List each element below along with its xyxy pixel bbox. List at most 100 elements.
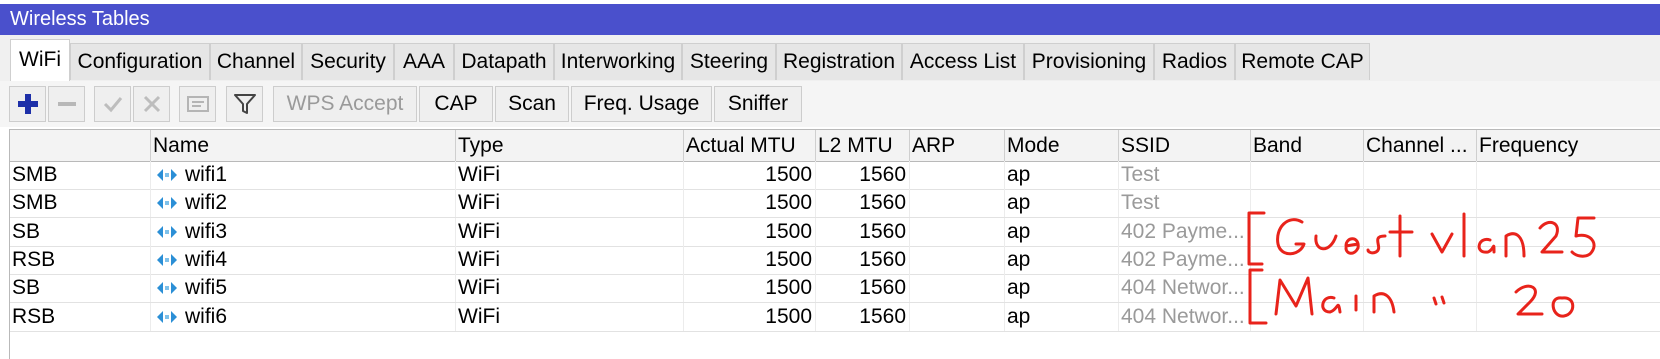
toolbar: WPS Accept CAP Scan Freq. Usage Sniffer: [0, 81, 1660, 127]
table-row[interactable]: RSB wifi4 WiFi 1500 1560 ap 402 Payme...: [10, 245, 1660, 275]
wireless-interface-icon: [157, 253, 177, 266]
cell-type: WiFi: [455, 245, 683, 274]
tab-interworking[interactable]: Interworking: [554, 43, 682, 80]
cell-mode: ap: [1004, 189, 1118, 218]
table-row[interactable]: SMB wifi1 WiFi 1500 1560 ap Test: [10, 161, 1660, 190]
cell-flags: SMB: [12, 163, 58, 186]
table-row[interactable]: RSB wifi6 WiFi 1500 1560 ap 404 Networ...: [10, 302, 1660, 332]
cell-actual-mtu: 1500: [683, 274, 815, 303]
add-button[interactable]: [9, 86, 46, 122]
table-row[interactable]: SMB wifi2 WiFi 1500 1560 ap Test: [10, 189, 1660, 219]
cell-ssid: 402 Payme...: [1118, 245, 1250, 274]
cell-actual-mtu: 1500: [683, 217, 815, 246]
tab-steering[interactable]: Steering: [682, 43, 776, 80]
cell-l2-mtu: 1560: [815, 302, 909, 331]
tab-channel[interactable]: Channel: [210, 43, 302, 80]
sniffer-button[interactable]: Sniffer: [714, 86, 802, 122]
wps-accept-button[interactable]: WPS Accept: [273, 86, 417, 122]
cell-actual-mtu: 1500: [683, 302, 815, 331]
freq-usage-button[interactable]: Freq. Usage: [571, 86, 712, 122]
cell-name: wifi3: [150, 217, 455, 246]
tab-access-list[interactable]: Access List: [902, 43, 1024, 80]
cell-frequency: [1476, 217, 1660, 246]
cell-l2-mtu: 1560: [815, 189, 909, 218]
plus-icon: [17, 94, 38, 114]
cell-flags: RSB: [12, 304, 56, 328]
cell-mode: ap: [1004, 161, 1118, 189]
column-header-band[interactable]: Band: [1250, 130, 1363, 161]
disable-button[interactable]: [133, 86, 170, 122]
wireless-interface-icon: [157, 169, 177, 181]
cell-band: [1250, 161, 1363, 189]
tab-datapath[interactable]: Datapath: [454, 43, 554, 80]
table-header: Name ▲ Type Actual MTU L2 MTU ARP Mode S…: [10, 130, 1660, 162]
cell-flags: SB: [12, 219, 41, 243]
wireless-interface-icon: [157, 225, 177, 238]
cell-flags: RSB: [12, 247, 56, 271]
cap-button[interactable]: CAP: [419, 86, 493, 122]
tab-provisioning[interactable]: Provisioning: [1024, 43, 1154, 80]
cell-l2-mtu: 1560: [815, 161, 909, 189]
cell-l2-mtu: 1560: [815, 274, 909, 303]
cell-name: wifi6: [150, 302, 455, 331]
cell-channel: [1363, 302, 1476, 331]
cell-type: WiFi: [455, 189, 683, 218]
interface-name: wifi2: [185, 191, 228, 215]
cell-type: WiFi: [455, 274, 683, 303]
cell-ssid: Test: [1118, 189, 1250, 218]
column-header-frequency[interactable]: Frequency: [1476, 130, 1660, 161]
table-row[interactable]: SB wifi5 WiFi 1500 1560 ap 404 Networ...: [10, 274, 1660, 304]
column-header-type[interactable]: Type: [455, 130, 683, 161]
scan-button[interactable]: Scan: [495, 86, 569, 122]
cell-band: [1250, 189, 1363, 218]
filter-button[interactable]: [226, 86, 263, 122]
enable-button[interactable]: [94, 86, 131, 122]
column-header-name[interactable]: Name ▲: [150, 130, 455, 161]
cell-channel: [1363, 161, 1476, 189]
cell-actual-mtu: 1500: [683, 189, 815, 218]
cell-frequency: [1476, 245, 1660, 274]
interface-name: wifi5: [185, 276, 228, 300]
tab-wifi[interactable]: WiFi: [10, 39, 70, 82]
column-header-mode[interactable]: Mode: [1004, 130, 1118, 161]
cell-name: wifi1: [150, 161, 455, 189]
cell-actual-mtu: 1500: [683, 161, 815, 189]
tab-registration[interactable]: Registration: [776, 43, 902, 80]
cell-channel: [1363, 274, 1476, 303]
cell-name: wifi5: [150, 274, 455, 303]
comment-button[interactable]: [179, 86, 216, 122]
cell-band: [1250, 302, 1363, 331]
column-header-l2-mtu[interactable]: L2 MTU: [815, 130, 909, 161]
cell-frequency: [1476, 274, 1660, 303]
interface-name: wifi4: [185, 247, 228, 271]
cell-arp: [909, 274, 1004, 303]
cell-l2-mtu: 1560: [815, 217, 909, 246]
cell-arp: [909, 189, 1004, 218]
cell-arp: [909, 302, 1004, 331]
cell-arp: [909, 245, 1004, 274]
cell-channel: [1363, 217, 1476, 246]
tab-aaa[interactable]: AAA: [394, 43, 454, 80]
tab-security[interactable]: Security: [302, 43, 394, 80]
cell-band: [1250, 217, 1363, 246]
wireless-interface-icon: [157, 197, 177, 210]
remove-button[interactable]: [48, 86, 85, 122]
cell-arp: [909, 217, 1004, 246]
cell-name: wifi4: [150, 245, 455, 274]
column-header-arp[interactable]: ARP: [909, 130, 1004, 161]
cell-type: WiFi: [455, 161, 683, 189]
table-row[interactable]: SB wifi3 WiFi 1500 1560 ap 402 Payme...: [10, 217, 1660, 247]
tab-radios[interactable]: Radios: [1154, 43, 1235, 80]
tab-strip: WiFi Configuration Channel Security AAA …: [0, 35, 1660, 82]
cell-band: [1250, 245, 1363, 274]
wifi-table: Name ▲ Type Actual MTU L2 MTU ARP Mode S…: [9, 129, 1660, 359]
column-header-channel[interactable]: Channel ...: [1363, 130, 1476, 161]
tab-remote-cap[interactable]: Remote CAP: [1235, 43, 1370, 80]
column-header-flags[interactable]: [10, 130, 150, 161]
column-header-ssid[interactable]: SSID: [1118, 130, 1250, 161]
cell-arp: [909, 161, 1004, 189]
x-icon: [143, 95, 160, 113]
column-header-name-label: Name: [153, 134, 210, 157]
tab-configuration[interactable]: Configuration: [70, 43, 210, 80]
column-header-actual-mtu[interactable]: Actual MTU: [683, 130, 815, 161]
